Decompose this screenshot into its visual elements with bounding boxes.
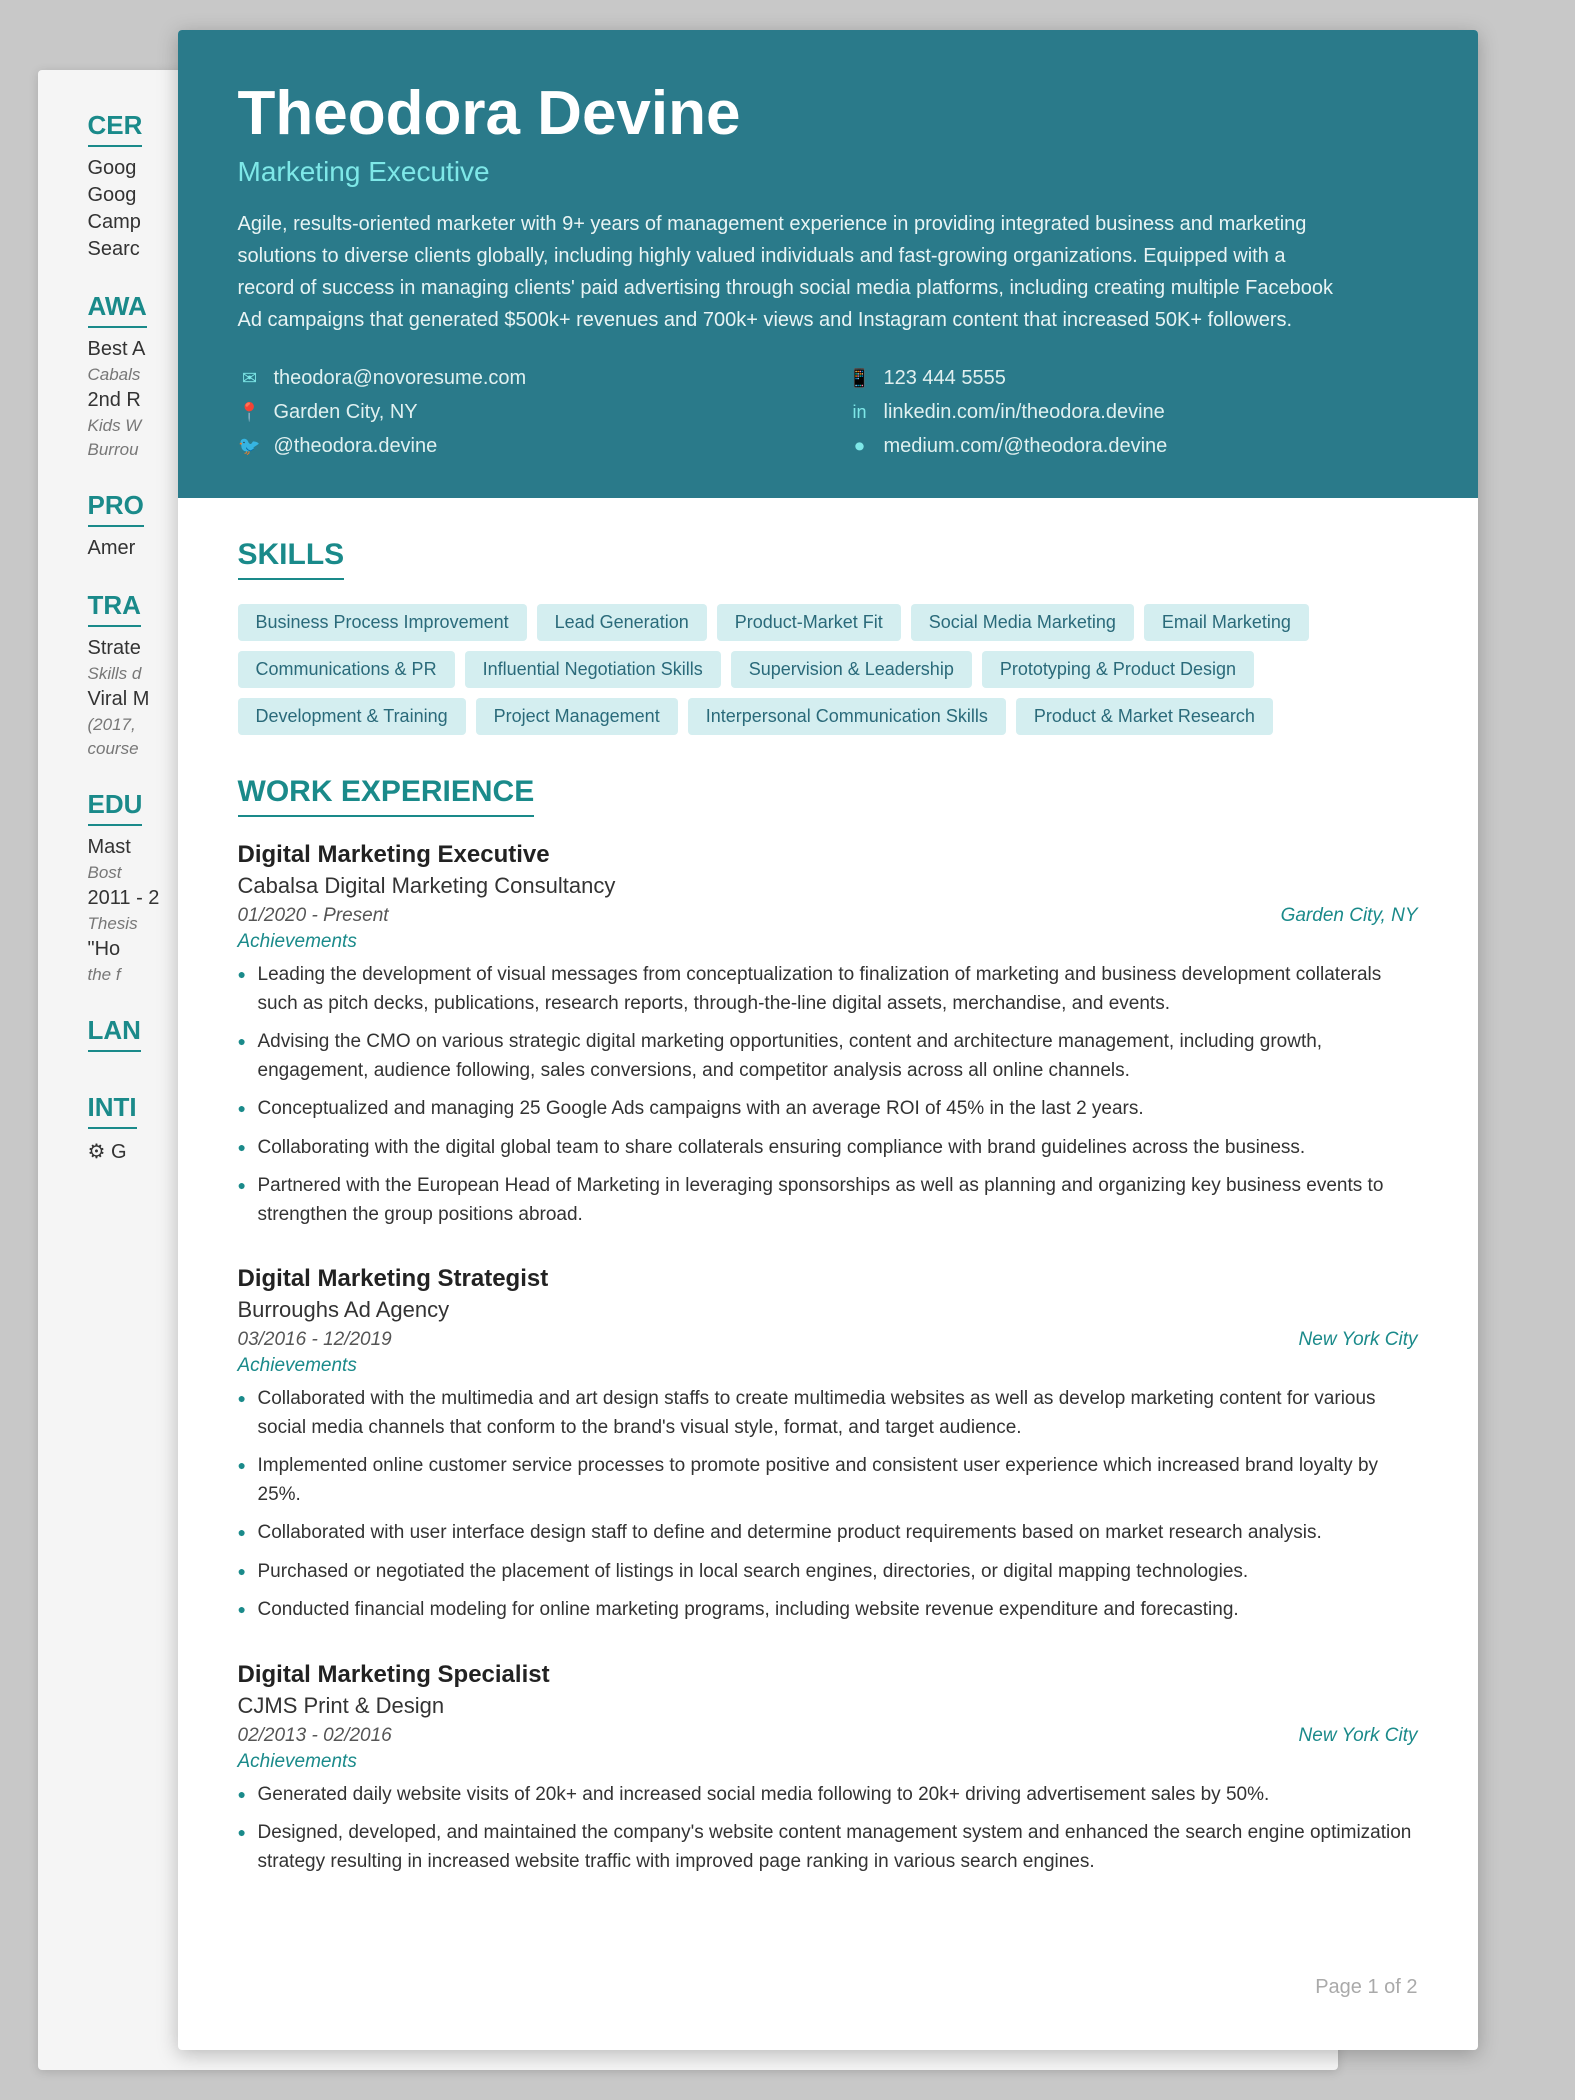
achievements-label: Achievements bbox=[238, 1355, 1418, 1377]
address-text: Garden City, NY bbox=[274, 401, 418, 424]
job-bullet: Designed, developed, and maintained the … bbox=[238, 1819, 1418, 1876]
job-meta: 02/2013 - 02/2016 New York City bbox=[238, 1725, 1418, 1747]
contact-phone: 📱 123 444 5555 bbox=[848, 366, 1418, 390]
linkedin-icon: in bbox=[848, 400, 872, 424]
job-block: Digital Marketing Executive Cabalsa Digi… bbox=[238, 841, 1418, 1229]
contact-linkedin: in linkedin.com/in/theodora.devine bbox=[848, 400, 1418, 424]
back-heading: PRO bbox=[88, 490, 144, 527]
job-bullet: Implemented online customer service proc… bbox=[238, 1452, 1418, 1509]
work-heading: WORK EXPERIENCE bbox=[238, 775, 535, 817]
location-icon: 📍 bbox=[238, 400, 262, 424]
skill-tag: Communications & PR bbox=[238, 651, 455, 688]
medium-text: medium.com/@theodora.devine bbox=[884, 435, 1168, 458]
job-location: Garden City, NY bbox=[1281, 905, 1418, 927]
job-meta: 01/2020 - Present Garden City, NY bbox=[238, 905, 1418, 927]
skills-section: SKILLS Business Process Improvement Lead … bbox=[238, 538, 1418, 735]
resume-page-1: Theodora Devine Marketing Executive Agil… bbox=[178, 30, 1478, 2050]
contact-medium: ⏺ medium.com/@theodora.devine bbox=[848, 434, 1418, 458]
job-bullet: Collaborated with user interface design … bbox=[238, 1519, 1418, 1548]
job-dates: 03/2016 - 12/2019 bbox=[238, 1329, 392, 1351]
skill-tag: Product & Market Research bbox=[1016, 698, 1273, 735]
job-dates: 01/2020 - Present bbox=[238, 905, 389, 927]
job-meta: 03/2016 - 12/2019 New York City bbox=[238, 1329, 1418, 1351]
back-heading: EDU bbox=[88, 789, 143, 826]
job-bullet: Advising the CMO on various strategic di… bbox=[238, 1028, 1418, 1085]
page-label: Page 1 of 2 bbox=[1315, 1976, 1417, 1998]
skill-tag: Business Process Improvement bbox=[238, 604, 527, 641]
job-bullets: Collaborated with the multimedia and art… bbox=[238, 1385, 1418, 1625]
skill-tag: Product-Market Fit bbox=[717, 604, 901, 641]
medium-icon: ⏺ bbox=[848, 434, 872, 458]
skill-tag: Social Media Marketing bbox=[911, 604, 1134, 641]
job-bullet: Partnered with the European Head of Mark… bbox=[238, 1172, 1418, 1229]
job-title: Digital Marketing Strategist bbox=[238, 1265, 1418, 1293]
job-bullet: Generated daily website visits of 20k+ a… bbox=[238, 1781, 1418, 1810]
skill-tag: Influential Negotiation Skills bbox=[465, 651, 721, 688]
job-location: New York City bbox=[1299, 1329, 1418, 1351]
contact-info: ✉ theodora@novoresume.com 📱 123 444 5555… bbox=[238, 366, 1418, 458]
back-heading: CER bbox=[88, 110, 143, 147]
phone-text: 123 444 5555 bbox=[884, 367, 1006, 390]
contact-email: ✉ theodora@novoresume.com bbox=[238, 366, 808, 390]
job-bullet: Leading the development of visual messag… bbox=[238, 961, 1418, 1018]
skill-tag: Development & Training bbox=[238, 698, 466, 735]
skill-tag: Interpersonal Communication Skills bbox=[688, 698, 1006, 735]
page-footer: Page 1 of 2 bbox=[178, 1956, 1478, 2019]
person-name: Theodora Devine bbox=[238, 80, 1418, 148]
skill-tag: Project Management bbox=[476, 698, 678, 735]
job-bullets: Leading the development of visual messag… bbox=[238, 961, 1418, 1229]
job-bullets: Generated daily website visits of 20k+ a… bbox=[238, 1781, 1418, 1877]
main-content: SKILLS Business Process Improvement Lead … bbox=[178, 498, 1478, 1956]
back-heading: TRA bbox=[88, 590, 141, 627]
skill-tag: Lead Generation bbox=[537, 604, 707, 641]
resume-header: Theodora Devine Marketing Executive Agil… bbox=[178, 30, 1478, 498]
job-bullet: Collaborated with the multimedia and art… bbox=[238, 1385, 1418, 1442]
job-block: Digital Marketing Specialist CJMS Print … bbox=[238, 1661, 1418, 1877]
achievements-label: Achievements bbox=[238, 1751, 1418, 1773]
job-company: Burroughs Ad Agency bbox=[238, 1297, 1418, 1323]
work-experience-section: WORK EXPERIENCE Digital Marketing Execut… bbox=[238, 775, 1418, 1876]
twitter-text: @theodora.devine bbox=[274, 435, 438, 458]
job-title: Digital Marketing Specialist bbox=[238, 1661, 1418, 1689]
job-company: CJMS Print & Design bbox=[238, 1693, 1418, 1719]
job-title: Digital Marketing Executive bbox=[238, 841, 1418, 869]
email-text: theodora@novoresume.com bbox=[274, 367, 527, 390]
job-bullet: Conceptualized and managing 25 Google Ad… bbox=[238, 1095, 1418, 1124]
achievements-label: Achievements bbox=[238, 931, 1418, 953]
skill-tag: Prototyping & Product Design bbox=[982, 651, 1254, 688]
phone-icon: 📱 bbox=[848, 366, 872, 390]
back-heading: AWA bbox=[88, 291, 147, 328]
skill-tag: Email Marketing bbox=[1144, 604, 1309, 641]
person-summary: Agile, results-oriented marketer with 9+… bbox=[238, 208, 1338, 336]
skill-tag: Supervision & Leadership bbox=[731, 651, 972, 688]
person-title: Marketing Executive bbox=[238, 156, 1418, 188]
job-location: New York City bbox=[1299, 1725, 1418, 1747]
job-dates: 02/2013 - 02/2016 bbox=[238, 1725, 392, 1747]
skills-grid: Business Process Improvement Lead Generat… bbox=[238, 604, 1418, 735]
back-heading: INTI bbox=[88, 1092, 137, 1129]
job-bullet: Purchased or negotiated the placement of… bbox=[238, 1558, 1418, 1587]
job-bullet: Collaborating with the digital global te… bbox=[238, 1134, 1418, 1163]
job-company: Cabalsa Digital Marketing Consultancy bbox=[238, 873, 1418, 899]
twitter-icon: 🐦 bbox=[238, 434, 262, 458]
job-block: Digital Marketing Strategist Burroughs A… bbox=[238, 1265, 1418, 1625]
contact-address: 📍 Garden City, NY bbox=[238, 400, 808, 424]
email-icon: ✉ bbox=[238, 366, 262, 390]
contact-twitter: 🐦 @theodora.devine bbox=[238, 434, 808, 458]
skills-heading: SKILLS bbox=[238, 538, 345, 580]
linkedin-text: linkedin.com/in/theodora.devine bbox=[884, 401, 1165, 424]
back-heading: LAN bbox=[88, 1015, 141, 1052]
job-bullet: Conducted financial modeling for online … bbox=[238, 1596, 1418, 1625]
